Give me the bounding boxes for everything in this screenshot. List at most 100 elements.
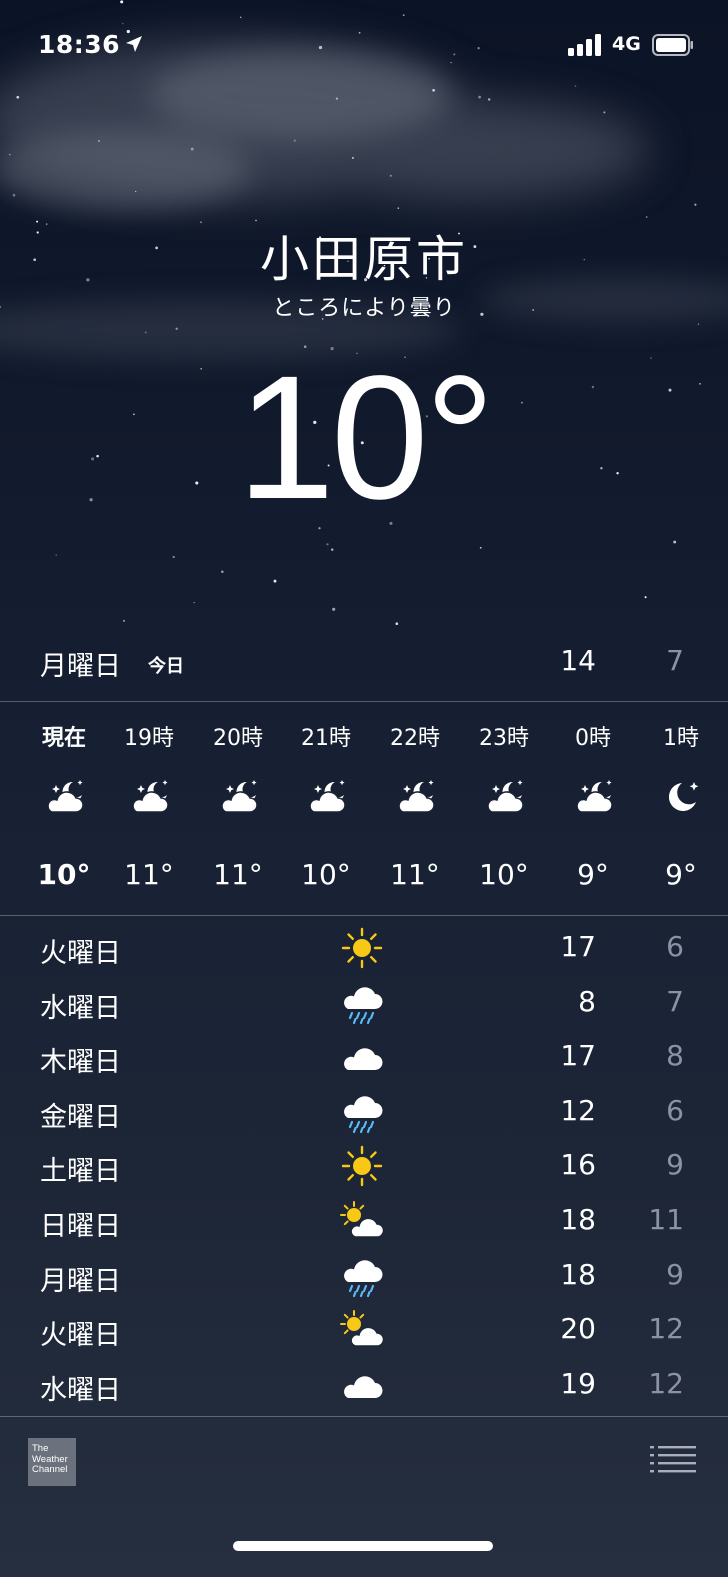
network-type: 4G — [612, 33, 641, 55]
day-low: 12 — [648, 1367, 684, 1400]
day-low: 6 — [666, 1094, 684, 1127]
day-low: 7 — [666, 985, 684, 1018]
day-low: 6 — [666, 930, 684, 963]
hour-label: 20時 — [213, 726, 263, 751]
day-high: 18 — [560, 1203, 596, 1236]
current-temperature: 10° — [236, 340, 495, 536]
cloud-moon-icon — [43, 776, 85, 818]
day-name: 土曜日 — [40, 1156, 121, 1187]
day-name: 火曜日 — [40, 938, 121, 969]
daily-row: 金曜日 12 6 — [0, 1084, 728, 1138]
hour-temp: 9° — [577, 858, 609, 891]
day-name: 木曜日 — [40, 1047, 121, 1078]
today-high: 14 — [560, 644, 596, 677]
day-high: 8 — [578, 985, 596, 1018]
today-summary: 月曜日 今日 14 7 — [0, 632, 728, 698]
today-day: 月曜日 — [40, 651, 121, 682]
today-tag: 今日 — [148, 656, 184, 677]
hour-temp: 10° — [479, 858, 529, 891]
hour-temp: 11° — [390, 858, 440, 891]
moon-icon — [660, 776, 702, 818]
day-low: 12 — [648, 1312, 684, 1345]
daily-row: 火曜日 17 6 — [0, 920, 728, 974]
hour-label: 0時 — [575, 726, 611, 751]
day-low: 9 — [666, 1258, 684, 1291]
rain-icon — [338, 1254, 386, 1298]
location-arrow-icon — [126, 36, 142, 52]
hourly-item: 19時 11° — [104, 704, 194, 914]
day-name: 水曜日 — [40, 993, 121, 1024]
cloud-icon — [338, 1363, 386, 1407]
cloud-moon-icon — [128, 776, 170, 818]
hour-label: 現在 — [41, 726, 86, 751]
cloud-moon-icon — [217, 776, 259, 818]
city-list-button[interactable] — [650, 1444, 696, 1474]
battery-icon — [652, 34, 693, 56]
day-name: 月曜日 — [40, 1266, 121, 1297]
day-high: 12 — [560, 1094, 596, 1127]
hour-temp: 10° — [37, 858, 91, 891]
daily-row: 水曜日 19 12 — [0, 1357, 728, 1411]
hour-temp: 10° — [301, 858, 351, 891]
hourly-item: 23時 10° — [459, 704, 549, 914]
day-name: 水曜日 — [40, 1375, 121, 1406]
city-name: 小田原市 — [259, 231, 468, 288]
partly-cloudy-icon — [338, 1308, 386, 1352]
weather-condition: ところにより曇り — [272, 296, 456, 321]
daily-row: 日曜日 18 11 — [0, 1193, 728, 1247]
cloud-moon-icon — [572, 776, 614, 818]
cloud-icon — [338, 1035, 386, 1079]
hourly-item: 現在 10° — [19, 704, 109, 914]
divider — [0, 915, 728, 916]
hour-temp: 11° — [213, 858, 263, 891]
cellular-signal-icon — [568, 34, 601, 56]
hour-label: 22時 — [390, 726, 440, 751]
daily-forecast[interactable]: 火曜日 17 6 水曜日 8 7 木曜日 17 8 金曜日 12 6 土曜日 1… — [0, 920, 728, 1412]
weather-channel-logo[interactable]: The Weather Channel — [28, 1438, 76, 1486]
day-high: 16 — [560, 1148, 596, 1181]
hourly-item: 22時 11° — [370, 704, 460, 914]
hourly-item: 20時 11° — [193, 704, 283, 914]
hour-label: 19時 — [124, 726, 174, 751]
day-high: 20 — [560, 1312, 596, 1345]
home-indicator[interactable] — [233, 1541, 493, 1551]
day-low: 11 — [648, 1203, 684, 1236]
day-high: 17 — [560, 1039, 596, 1072]
hourly-item: 1時 9° — [636, 704, 726, 914]
hour-temp: 11° — [124, 858, 174, 891]
today-low: 7 — [666, 644, 684, 677]
hour-temp: 9° — [665, 858, 697, 891]
day-high: 17 — [560, 930, 596, 963]
rain-icon — [338, 981, 386, 1025]
cloud-moon-icon — [305, 776, 347, 818]
partly-cloudy-icon — [338, 1199, 386, 1243]
sun-icon — [338, 1144, 386, 1188]
day-name: 金曜日 — [40, 1102, 121, 1133]
day-low: 8 — [666, 1039, 684, 1072]
daily-row: 木曜日 17 8 — [0, 1029, 728, 1083]
hour-label: 1時 — [663, 726, 699, 751]
hourly-item: 21時 10° — [281, 704, 371, 914]
hourly-item: 0時 9° — [548, 704, 638, 914]
divider — [0, 1416, 728, 1417]
divider — [0, 701, 728, 702]
day-name: 日曜日 — [40, 1211, 121, 1242]
day-low: 9 — [666, 1148, 684, 1181]
daily-row: 火曜日 20 12 — [0, 1302, 728, 1356]
daily-row: 土曜日 16 9 — [0, 1138, 728, 1192]
day-high: 18 — [560, 1258, 596, 1291]
hourly-forecast[interactable]: 現在 10° 19時 11° 20時 11° 21時 10° 22時 11° 2… — [0, 704, 728, 914]
footer-bar: The Weather Channel — [0, 1418, 728, 1577]
daily-row: 水曜日 8 7 — [0, 975, 728, 1029]
cloud-moon-icon — [394, 776, 436, 818]
daily-row: 月曜日 18 9 — [0, 1248, 728, 1302]
day-high: 19 — [560, 1367, 596, 1400]
hour-label: 23時 — [479, 726, 529, 751]
day-name: 火曜日 — [40, 1320, 121, 1351]
status-bar: 18:36 4G — [0, 0, 728, 92]
cloud-moon-icon — [483, 776, 525, 818]
status-time: 18:36 — [38, 30, 121, 59]
hour-label: 21時 — [301, 726, 351, 751]
rain-icon — [338, 1090, 386, 1134]
sun-icon — [338, 926, 386, 970]
